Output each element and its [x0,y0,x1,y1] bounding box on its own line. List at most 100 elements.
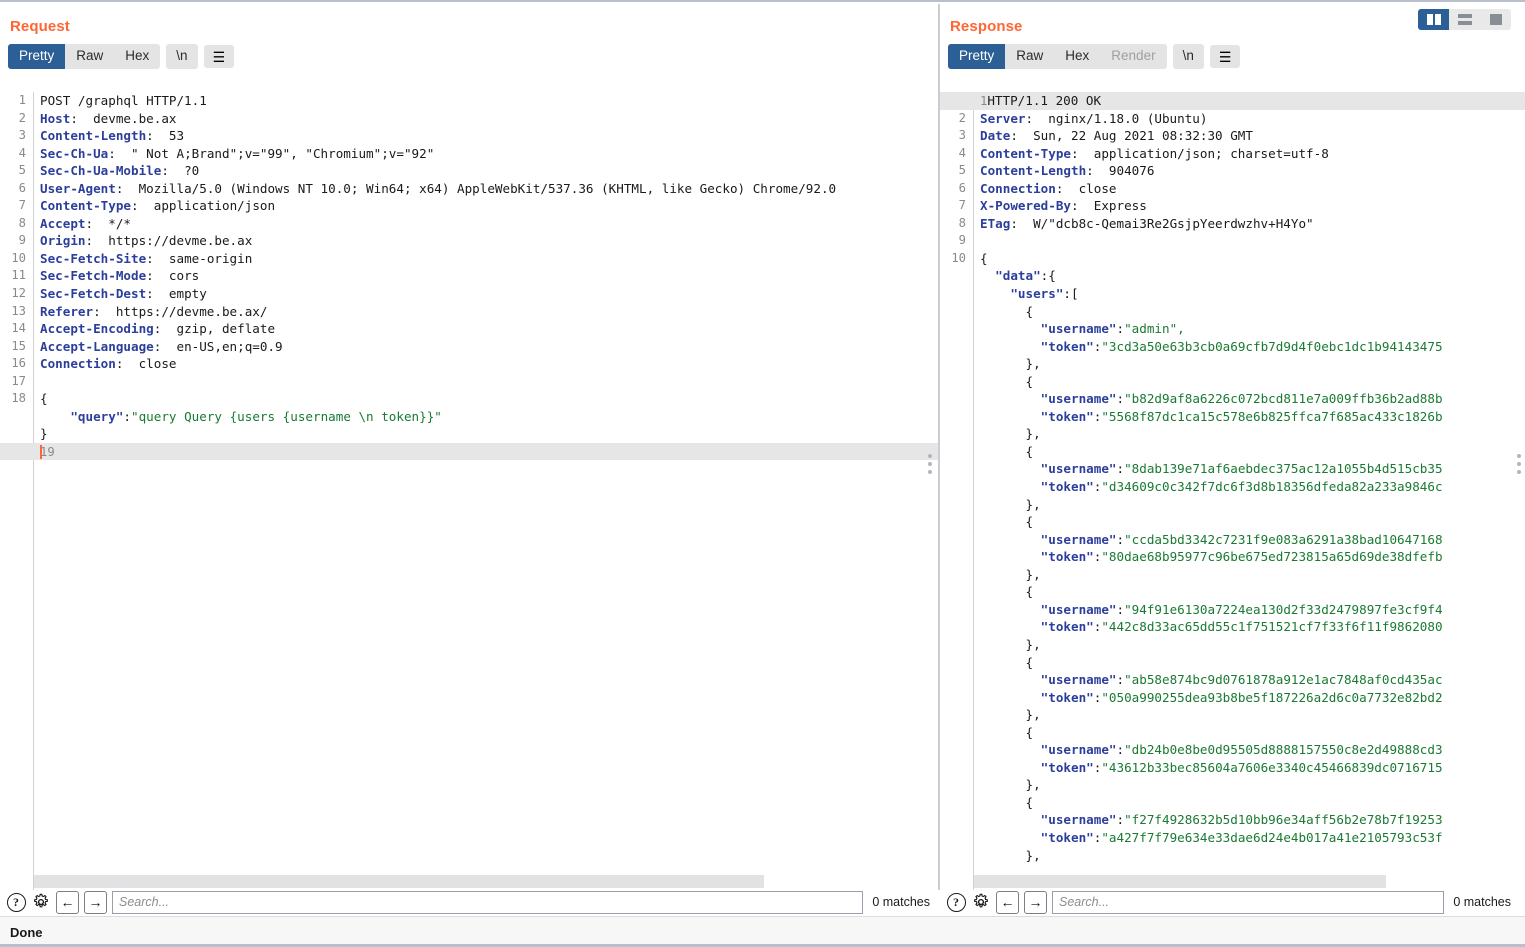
response-search-next-button[interactable]: → [1024,890,1047,914]
response-newline-button[interactable]: \n [1172,44,1204,69]
response-search-prev-button[interactable]: ← [996,890,1019,914]
request-search-prev-button[interactable]: ← [56,890,79,914]
code-line: "token":"5568f87dc1ca15c578e6b825ffca7f6… [940,408,1525,426]
code-text: Origin: https://devme.be.ax [40,233,253,249]
request-tab-hex[interactable]: Hex [114,44,160,69]
code-text: "token":"43612b33bec85604a7606e3340c4546… [1040,759,1443,775]
code-line: { [940,303,1525,321]
response-tab-pretty[interactable]: Pretty [948,44,1006,69]
code-text: "token":"5568f87dc1ca15c578e6b825ffca7f6… [1040,408,1443,424]
code-line: 8 ETag: W/"dcb8c-Qemai3Re2GsjpYeerdwzhv+H… [940,215,1525,233]
response-code: 1HTTP/1.1 200 OK 2 Server: nginx/1.18.0 (U… [940,92,1525,864]
request-tab-raw[interactable]: Raw [65,44,114,69]
request-scroll-grip[interactable] [928,454,932,474]
response-body-viewer[interactable]: 1HTTP/1.1 200 OK 2 Server: nginx/1.18.0 (U… [940,92,1525,890]
response-help-icon[interactable]: ? [946,892,966,912]
code-line: 1HTTP/1.1 200 OK [940,92,1525,110]
line-number: 15 [11,338,26,353]
code-line: 4 Content-Type: application/json; charset… [940,145,1525,163]
response-tabbar: Pretty Raw Hex Render \n ☰ [940,35,1525,76]
code-line: "username":"ccda5bd3342c7231f9e083a6291a… [940,531,1525,549]
code-text: "username":"db24b0e8be0d95505d8888157550… [1040,742,1443,758]
request-format-tabs[interactable]: Pretty Raw Hex [8,44,161,69]
split-view-toggle[interactable] [1418,9,1449,30]
code-line: "username":"f27f4928632b5d10bb96e34aff56… [940,811,1525,829]
request-search-bar: ? ← → 0 matches [0,890,944,914]
code-line: { [940,794,1525,812]
code-line: 13 Referer: https://devme.be.ax/ [0,303,938,321]
layout-toggle-group[interactable] [1418,9,1511,30]
code-line: }, [940,566,1525,584]
request-body-viewer[interactable]: 1 POST /graphql HTTP/1.1 2 Host: devme.be.a… [0,92,938,890]
line-number: 2 [958,110,966,125]
request-settings-gear-icon[interactable] [31,892,51,912]
code-text: Sec-Ch-Ua-Mobile: ?0 [40,163,200,179]
line-number: 10 [951,250,966,265]
code-text: { [980,794,1034,810]
response-settings-gear-icon[interactable] [971,892,991,912]
code-line: "token":"a427f7f79e634e33dae6d24e4b017a4… [940,829,1525,847]
request-title: Request [10,18,70,35]
line-number: 3 [18,128,26,143]
line-number: 4 [958,145,966,160]
code-text: }, [980,426,1041,442]
code-text: { [980,584,1034,600]
request-panel: Request Pretty Raw Hex \n ☰ 1 POST /graph… [0,4,938,890]
code-text: }, [980,707,1041,723]
line-number: 16 [11,356,26,371]
code-line: 6 User-Agent: Mozilla/5.0 (Windows NT 10.… [0,180,938,198]
line-number: 9 [18,233,26,248]
response-format-tabs[interactable]: Pretty Raw Hex Render [948,44,1167,69]
code-line: "username":"admin", [940,320,1525,338]
code-line: "data":{ [940,267,1525,285]
code-line: 8 Accept: */* [0,215,938,233]
line-number: 6 [958,180,966,195]
code-text: { [980,373,1034,389]
code-line: }, [940,776,1525,794]
code-text: Accept-Encoding: gzip, deflate [40,321,276,337]
request-search-input[interactable] [112,890,864,914]
stacked-view-icon [1457,14,1472,25]
code-line: 19 [0,442,938,461]
request-menu-icon[interactable]: ☰ [203,45,235,68]
code-text: { [980,654,1034,670]
response-tab-raw[interactable]: Raw [1005,44,1054,69]
code-line: 3 Content-Length: 53 [0,127,938,145]
code-line: 12 Sec-Fetch-Dest: empty [0,285,938,303]
code-line: { [940,513,1525,531]
code-text: Content-Type: application/json [40,198,276,214]
code-text: "username":"admin", [1040,321,1185,337]
response-scroll-grip[interactable] [1517,454,1521,474]
code-line: "token":"3cd3a50e63b3cb0a69cfb7d9d4f0ebc… [940,338,1525,356]
code-line: 10 Sec-Fetch-Site: same-origin [0,250,938,268]
response-horizontal-scrollbar[interactable] [974,875,1386,888]
request-code: 1 POST /graphql HTTP/1.1 2 Host: devme.be.a… [0,92,938,461]
request-horizontal-scrollbar[interactable] [34,875,764,888]
request-tab-pretty[interactable]: Pretty [8,44,66,69]
response-tab-hex[interactable]: Hex [1054,44,1100,69]
request-help-icon[interactable]: ? [6,892,26,912]
response-search-bar: ? ← → 0 matches [940,890,1525,914]
code-line: }, [940,496,1525,514]
code-text: "username":"8dab139e71af6aebdec375ac12a1… [1040,461,1443,477]
single-view-toggle[interactable] [1480,9,1511,30]
code-line: 7 X-Powered-By: Express [940,197,1525,215]
code-line: }, [940,636,1525,654]
code-text: "data":{ [995,268,1056,284]
code-text: Connection: close [40,356,177,372]
request-search-next-button[interactable]: → [84,890,107,914]
code-text: Content-Type: application/json; charset=… [980,145,1329,161]
code-line: }, [940,847,1525,865]
line-number: 2 [18,110,26,125]
response-search-input[interactable] [1052,890,1445,914]
stacked-view-toggle[interactable] [1449,9,1480,30]
code-text: Content-Length: 904076 [980,163,1155,179]
code-line: 9 [940,232,1525,250]
code-line: 1 POST /graphql HTTP/1.1 [0,92,938,110]
line-number: 18 [11,391,26,406]
code-text: }, [980,636,1041,652]
code-text: "token":"a427f7f79e634e33dae6d24e4b017a4… [1040,829,1443,845]
response-menu-icon[interactable]: ☰ [1209,45,1241,68]
code-line: 3 Date: Sun, 22 Aug 2021 08:32:30 GMT [940,127,1525,145]
request-newline-button[interactable]: \n [166,44,198,69]
